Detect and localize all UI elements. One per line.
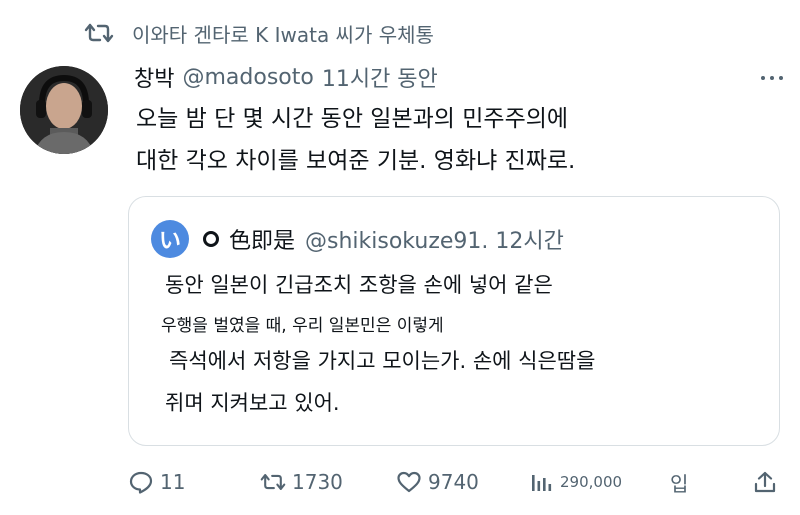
quote-header: い 色即是 @shikisokuze91. 12시간 bbox=[151, 219, 564, 259]
author-line: 창박 @madosoto 11시간 동안 bbox=[134, 60, 438, 94]
reply-button[interactable]: 11 bbox=[128, 464, 185, 500]
like-button[interactable]: 9740 bbox=[396, 464, 479, 500]
reply-count: 11 bbox=[160, 470, 186, 494]
avatar[interactable] bbox=[20, 66, 108, 154]
more-dot-icon bbox=[761, 76, 765, 80]
avatar-photo bbox=[20, 66, 108, 154]
views-button[interactable]: 290,000 bbox=[528, 464, 622, 500]
circle-icon bbox=[203, 231, 219, 247]
tweet-text-line: 대한 각오 차이를 보여준 기분. 영화냐 진짜로. bbox=[136, 148, 576, 174]
quote-author-name[interactable]: 色即是 bbox=[229, 223, 295, 255]
heart-icon bbox=[397, 471, 421, 493]
retweet-count: 1730 bbox=[292, 470, 343, 494]
more-options-button[interactable] bbox=[754, 64, 790, 92]
retweet-icon bbox=[260, 474, 286, 490]
retweet-context-text[interactable]: 이와타 겐타로 K Iwata 씨가 우체통 bbox=[132, 19, 434, 48]
action-bar: 11 1730 9740 290,000 입 bbox=[128, 464, 788, 500]
share-button[interactable] bbox=[752, 464, 778, 500]
quote-text-line: 우행을 벌였을 때, 우리 일본민은 이렇게 bbox=[161, 316, 444, 336]
views-chart-icon bbox=[532, 475, 552, 491]
more-dot-icon bbox=[770, 76, 774, 80]
tweet-time[interactable]: 11시간 동안 bbox=[322, 61, 438, 93]
reply-icon bbox=[129, 471, 153, 494]
retweet-context: 이와타 겐타로 K Iwata 씨가 우체통 bbox=[84, 18, 434, 48]
share-icon bbox=[754, 471, 776, 493]
author-name[interactable]: 창박 bbox=[134, 61, 174, 93]
retweet-button[interactable]: 1730 bbox=[260, 464, 343, 500]
tweet-text-line: 오늘 밤 단 몇 시간 동안 일본과의 민주주의에 bbox=[136, 106, 569, 132]
tweet-text: 오늘 밤 단 몇 시간 동안 일본과의 민주주의에 대한 각오 차이를 보여준 … bbox=[136, 98, 756, 182]
quote-text-line: 즉석에서 저항을 가지고 모이는가. 손에 식은땀을 bbox=[169, 349, 596, 373]
quote-text-line: 동안 일본이 긴급조치 조항을 손에 넣어 같은 bbox=[165, 273, 553, 297]
bookmark-label: 입 bbox=[670, 471, 689, 496]
quote-handle-time[interactable]: @shikisokuze91. 12시간 bbox=[305, 223, 564, 255]
author-handle[interactable]: @madosoto bbox=[182, 65, 313, 90]
quote-tweet-card[interactable]: い 色即是 @shikisokuze91. 12시간 동안 일본이 긴급조치 조… bbox=[128, 196, 780, 446]
like-count: 9740 bbox=[428, 470, 479, 494]
views-count: 290,000 bbox=[560, 473, 623, 491]
quote-avatar[interactable]: い bbox=[151, 220, 189, 258]
retweet-icon bbox=[84, 23, 114, 43]
bookmark-button[interactable]: 입 bbox=[670, 464, 688, 500]
quote-text-line: 쥐며 지켜보고 있어. bbox=[165, 391, 340, 415]
more-dot-icon bbox=[779, 76, 783, 80]
